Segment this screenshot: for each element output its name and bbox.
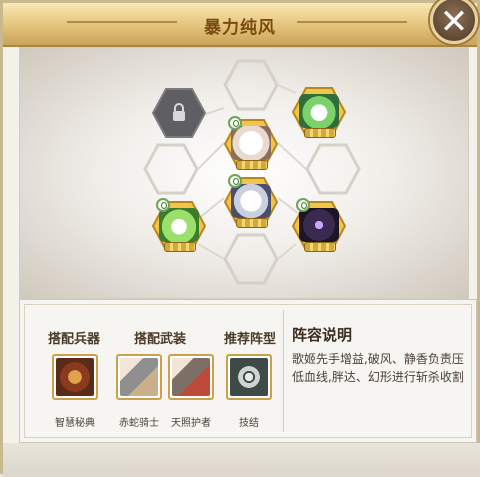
- hero-tag-icon: [228, 174, 242, 188]
- formation-header: 推荐阵型: [224, 332, 277, 347]
- hero-tag-icon: [156, 198, 170, 212]
- lineup-description-title: 阵容说明: [292, 326, 353, 344]
- formation-slot-empty[interactable]: [305, 143, 361, 195]
- hero-green-cat[interactable]: [292, 86, 346, 138]
- weapon-item[interactable]: [52, 354, 98, 400]
- footer-strip: [3, 443, 480, 477]
- guardian-mech-icon: [172, 358, 210, 396]
- page-title: 暴力纯风: [204, 18, 276, 38]
- formation-slot-empty[interactable]: [223, 233, 279, 285]
- lineup-details: 搭配兵器 搭配武装 推荐阵型 智慧秘典 赤蛇骑士 天照护者 技结 阵容说明 歌姬…: [19, 299, 477, 443]
- hero-white-cat[interactable]: [224, 116, 278, 170]
- lineup-description-text: 歌姬先手增益,破风、静香负责压低血线,胖达、幻形进行斩杀收割: [292, 352, 464, 384]
- weapon-name: 智慧秘典: [55, 418, 95, 429]
- lineup-panel: 暴力纯风 搭配兵器 搭配武装 推荐阵型 智慧秘典 赤蛇骑士 天照护者 技结 阵容…: [0, 0, 480, 477]
- formation-board: [19, 47, 469, 299]
- armament-item[interactable]: [168, 354, 214, 400]
- hero-tag-icon: [228, 116, 242, 130]
- armament-header: 搭配武装: [134, 332, 187, 347]
- mech-knight-icon: [120, 358, 158, 396]
- armament-item[interactable]: [116, 354, 162, 400]
- book-icon: [56, 358, 94, 396]
- title-ornament-right: [297, 21, 407, 23]
- formation-item[interactable]: [226, 354, 272, 400]
- hero-tag-icon: [296, 198, 310, 212]
- formation-slot-locked[interactable]: [151, 88, 207, 138]
- hero-green-bird[interactable]: [152, 198, 206, 252]
- title-bar: 暴力纯风: [3, 3, 477, 47]
- hero-white-wolf[interactable]: [224, 174, 278, 228]
- weapon-header: 搭配兵器: [48, 332, 101, 347]
- formation-name: 技结: [239, 418, 259, 429]
- section-divider: [283, 310, 284, 432]
- formation-circle-icon: [230, 358, 268, 396]
- formation-slot-empty[interactable]: [223, 59, 279, 111]
- formation-slot-empty[interactable]: [143, 143, 199, 195]
- hero-purple-spider[interactable]: [292, 198, 346, 252]
